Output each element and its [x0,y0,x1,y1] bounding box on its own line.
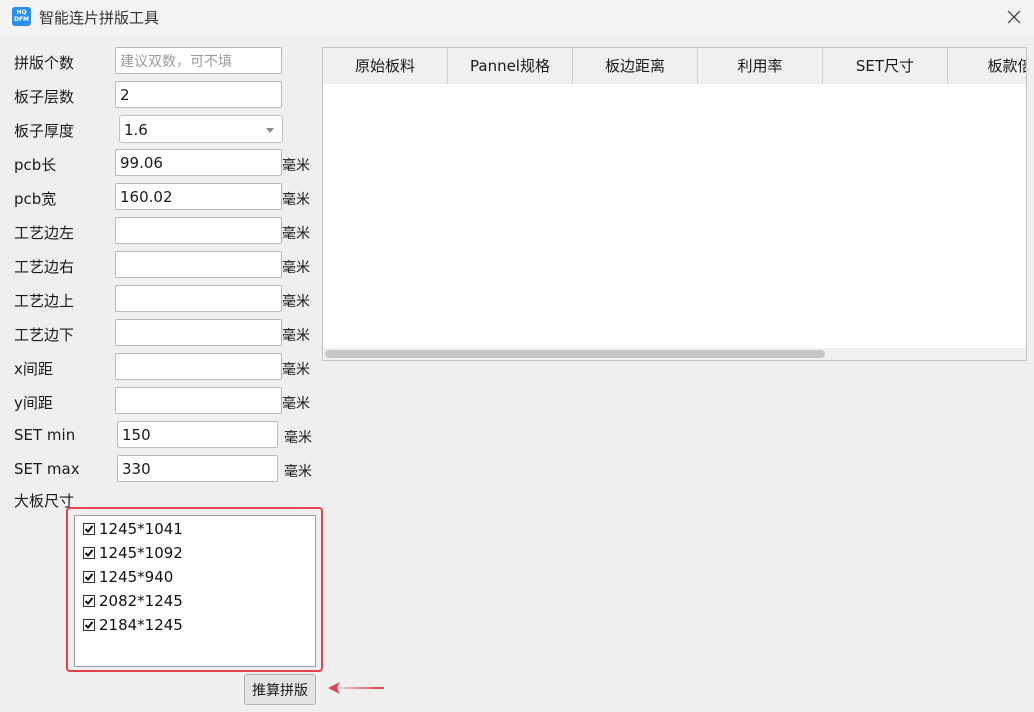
panel-count-label: 拼版个数 [14,54,75,72]
list-item[interactable]: 1245*1092 [83,543,183,563]
checkbox[interactable] [83,619,95,631]
pcb-length-unit: 毫米 [282,158,310,174]
horizontal-scrollbar[interactable] [323,348,1026,360]
board-size-label: 大板尺寸 [14,492,75,510]
close-icon[interactable] [1007,10,1021,24]
edge-left-input[interactable] [115,217,282,244]
set-min-input[interactable] [117,421,278,448]
list-item[interactable]: 2082*1245 [83,591,183,611]
checkbox[interactable] [83,523,95,535]
app-window: HQ DFM 智能连片拼版工具 拼版个数 板子层数 板子厚度 1.6 pcb长 … [0,0,1034,712]
x-spacing-input[interactable] [115,353,282,380]
checkbox[interactable] [83,547,95,559]
set-min-unit: 毫米 [284,430,312,446]
edge-right-unit: 毫米 [282,260,310,276]
list-item[interactable]: 2184*1245 [83,615,183,635]
edge-left-label: 工艺边左 [14,224,75,242]
set-max-unit: 毫米 [284,464,312,480]
close-button[interactable] [994,0,1034,34]
scrollbar-thumb[interactable] [325,350,825,358]
edge-bottom-input[interactable] [115,319,282,346]
x-spacing-unit: 毫米 [282,362,310,378]
calculate-button[interactable]: 推算拼版 [244,674,316,705]
edge-top-unit: 毫米 [282,294,310,310]
edge-right-input[interactable] [115,251,282,278]
panel-count-input[interactable] [115,47,282,74]
title-bar: HQ DFM 智能连片拼版工具 [0,0,1034,34]
board-size-label-text: 2082*1245 [99,592,183,610]
column-header[interactable]: 原始板料 [323,48,448,84]
set-max-input[interactable] [117,455,278,482]
column-header[interactable]: Pannel规格 [448,48,573,84]
layers-label: 板子层数 [14,88,75,106]
column-header[interactable]: 板款倍 [948,48,1026,84]
pcb-length-label: pcb长 [14,156,57,174]
x-spacing-label: x间距 [14,360,53,378]
window-title: 智能连片拼版工具 [39,9,160,27]
thickness-label: 板子厚度 [14,122,75,140]
layers-input[interactable] [115,81,282,108]
list-item[interactable]: 1245*1041 [83,519,183,539]
set-max-label: SET max [14,460,80,478]
app-logo-icon: HQ DFM [12,7,31,26]
results-table[interactable]: 原始板料 Pannel规格 板边距离 利用率 SET尺寸 板款倍 [322,47,1027,361]
checkmark-icon [84,621,94,629]
edge-top-input[interactable] [115,285,282,312]
checkbox[interactable] [83,571,95,583]
checkmark-icon [84,597,94,605]
set-min-label: SET min [14,426,76,444]
edge-right-label: 工艺边右 [14,258,75,276]
checkmark-icon [84,573,94,581]
board-size-list[interactable]: 1245*1041 1245*1092 1245*940 2082*1245 2… [74,515,316,667]
pcb-length-input[interactable] [115,149,282,176]
column-header[interactable]: SET尺寸 [823,48,948,84]
column-header[interactable]: 利用率 [698,48,823,84]
chevron-down-icon [266,128,274,133]
checkmark-icon [84,525,94,533]
board-size-label-text: 1245*1092 [99,544,183,562]
y-spacing-label: y间距 [14,394,53,412]
table-header: 原始板料 Pannel规格 板边距离 利用率 SET尺寸 板款倍 [323,48,1026,84]
checkmark-icon [84,549,94,557]
list-item[interactable]: 1245*940 [83,567,173,587]
pcb-width-unit: 毫米 [282,192,310,208]
board-size-label-text: 2184*1245 [99,616,183,634]
pcb-width-input[interactable] [115,183,282,210]
arrow-left-icon [328,682,384,694]
board-size-label-text: 1245*1041 [99,520,183,538]
thickness-select-value: 1.6 [124,121,148,139]
edge-top-label: 工艺边上 [14,292,75,310]
board-size-label-text: 1245*940 [99,568,174,586]
edge-bottom-unit: 毫米 [282,328,310,344]
edge-bottom-label: 工艺边下 [14,326,75,344]
pcb-width-label: pcb宽 [14,190,57,208]
thickness-select[interactable]: 1.6 [119,115,283,143]
edge-left-unit: 毫米 [282,226,310,242]
checkbox[interactable] [83,595,95,607]
y-spacing-input[interactable] [115,387,282,414]
column-header[interactable]: 板边距离 [573,48,698,84]
y-spacing-unit: 毫米 [282,396,310,412]
